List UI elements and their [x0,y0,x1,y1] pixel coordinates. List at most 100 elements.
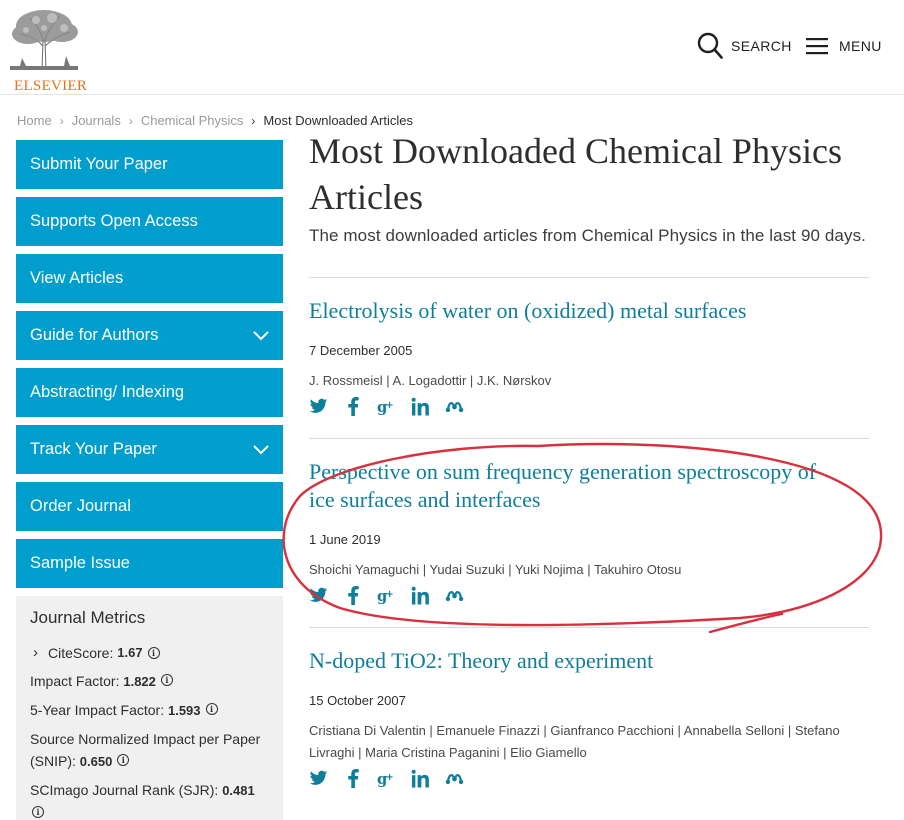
elsevier-tree-icon [10,10,78,71]
article-title-line: ice surfaces and interfaces [309,487,541,512]
impact-factor-label: Impact Factor: [30,673,120,689]
linkedin-icon[interactable] [411,586,430,605]
sidebar-item-label: View Articles [30,269,124,287]
citescore-metric[interactable]: › CiteScore: 1.67 i [30,642,270,664]
svg-text:+: + [386,399,394,410]
article-item: Perspective on sum frequency generation … [309,439,869,627]
sidebar-item-submit-paper[interactable]: Submit Your Paper [16,140,283,189]
sidebar-item-label: Supports Open Access [30,212,198,230]
twitter-icon[interactable] [309,586,328,605]
sjr-label: SCImago Journal Rank (SJR): [30,782,219,798]
elsevier-logo[interactable]: ELSEVIER [6,6,87,94]
article-authors: J. Rossmeisl | A. Logadottir | J.K. Nørs… [309,373,552,388]
five-year-impact-value: 1.593 [167,703,201,718]
share-bar: g + [309,397,869,416]
article-authors: Cristiana Di Valentin | Emanuele Finazzi… [309,720,869,764]
sjr-metric: SCImago Journal Rank (SJR): 0.481 i [30,779,270,820]
article-title-link[interactable]: Electrolysis of water on (oxidized) meta… [309,297,869,325]
linkedin-icon[interactable] [411,397,430,416]
breadcrumb-journals[interactable]: Journals [72,113,121,128]
citescore-value: 1.67 [117,645,143,660]
page-title: Most Downloaded Chemical Physics Article… [309,128,869,220]
snip-label: Source Normalized Impact per Paper [30,731,261,747]
mendeley-icon[interactable] [445,397,464,416]
journal-metrics-title: Journal Metrics [30,608,146,627]
breadcrumb-current: Most Downloaded Articles [263,113,413,128]
menu-label: MENU [839,38,882,54]
elsevier-wordmark: ELSEVIER [14,78,88,94]
breadcrumb-separator-icon: › [59,113,64,128]
impact-factor-value: 1.822 [123,674,156,689]
article-date: 15 October 2007 [309,693,406,708]
info-icon[interactable]: i [205,703,218,715]
search-icon [697,32,723,59]
sidebar-item-order-journal[interactable]: Order Journal [16,482,283,531]
sidebar-item-open-access[interactable]: Supports Open Access [16,197,283,246]
chevron-down-icon [253,444,269,454]
article-authors: Shoichi Yamaguchi | Yudai Suzuki | Yuki … [309,562,682,577]
journal-metrics-panel: Journal Metrics › CiteScore: 1.67 i Impac… [16,596,283,820]
article-authors-line: Livraghi | Maria Cristina Paganini | Eli… [309,745,587,760]
article-item: N-doped TiO2: Theory and experiment 15 O… [309,628,869,788]
snip-value: 0.650 [79,754,113,769]
mendeley-icon[interactable] [445,769,464,788]
sjr-value: 0.481 [222,783,255,798]
article-title-link[interactable]: Perspective on sum frequency generation … [309,458,869,514]
share-bar: g + [309,586,869,605]
breadcrumb: Home › Journals › Chemical Physics › Mos… [17,113,413,128]
sidebar-item-sample-issue[interactable]: Sample Issue [16,539,283,588]
sidebar-item-label: Submit Your Paper [30,155,168,173]
facebook-icon[interactable] [343,397,362,416]
snip-label-suffix: (SNIP): [30,753,76,769]
citescore-label: CiteScore: [48,645,114,661]
five-year-impact-metric: 5-Year Impact Factor: 1.593 i [30,699,270,722]
journal-sidebar: Submit Your Paper Supports Open Access V… [16,140,283,820]
sidebar-item-label: Abstracting/ Indexing [30,383,185,401]
twitter-icon[interactable] [309,769,328,788]
article-item: Electrolysis of water on (oxidized) meta… [309,278,869,438]
search-label: SEARCH [731,38,792,54]
breadcrumb-separator-icon: › [251,113,256,128]
sidebar-item-label: Guide for Authors [30,326,159,344]
info-icon[interactable]: i [117,754,130,766]
article-date: 1 June 2019 [309,532,381,547]
main-content: Most Downloaded Chemical Physics Article… [309,128,869,788]
facebook-icon[interactable] [343,769,362,788]
mendeley-icon[interactable] [445,586,464,605]
site-header: ELSEVIER SEARCH MENU [0,0,904,95]
sidebar-item-guide-for-authors[interactable]: Guide for Authors [16,311,283,360]
menu-button[interactable]: MENU [805,30,882,62]
article-title-link[interactable]: N-doped TiO2: Theory and experiment [309,647,869,675]
impact-factor-metric: Impact Factor: 1.822 i [30,670,270,693]
info-icon[interactable]: i [147,647,160,659]
svg-text:+: + [386,588,394,599]
article-date: 7 December 2005 [309,343,413,358]
svg-text:+: + [386,771,394,782]
search-button[interactable]: SEARCH [697,30,792,62]
facebook-icon[interactable] [343,586,362,605]
google-plus-icon[interactable]: g + [377,769,396,788]
info-icon[interactable]: i [160,674,173,686]
sidebar-item-view-articles[interactable]: View Articles [16,254,283,303]
sidebar-item-track-paper[interactable]: Track Your Paper [16,425,283,474]
five-year-impact-label: 5-Year Impact Factor: [30,702,165,718]
article-title-line: Perspective on sum frequency generation … [309,459,817,484]
snip-metric: Source Normalized Impact per Paper (SNIP… [30,728,270,773]
sidebar-item-label: Track Your Paper [30,440,157,458]
sidebar-item-label: Order Journal [30,497,131,515]
sidebar-item-abstracting-indexing[interactable]: Abstracting/ Indexing [16,368,283,417]
article-authors-line: Cristiana Di Valentin | Emanuele Finazzi… [309,723,840,738]
linkedin-icon[interactable] [411,769,430,788]
twitter-icon[interactable] [309,397,328,416]
google-plus-icon[interactable]: g + [377,397,396,416]
chevron-right-icon[interactable]: › [33,642,38,664]
info-icon[interactable]: i [32,806,44,818]
breadcrumb-home[interactable]: Home [17,113,52,128]
page-title-line: Most Downloaded Chemical Physics [309,131,842,171]
sidebar-item-label: Sample Issue [30,554,130,572]
page-title-line: Articles [309,177,423,217]
hamburger-menu-icon [806,38,828,55]
breadcrumb-chemical-physics[interactable]: Chemical Physics [141,113,244,128]
share-bar: g + [309,769,869,788]
google-plus-icon[interactable]: g + [377,586,396,605]
